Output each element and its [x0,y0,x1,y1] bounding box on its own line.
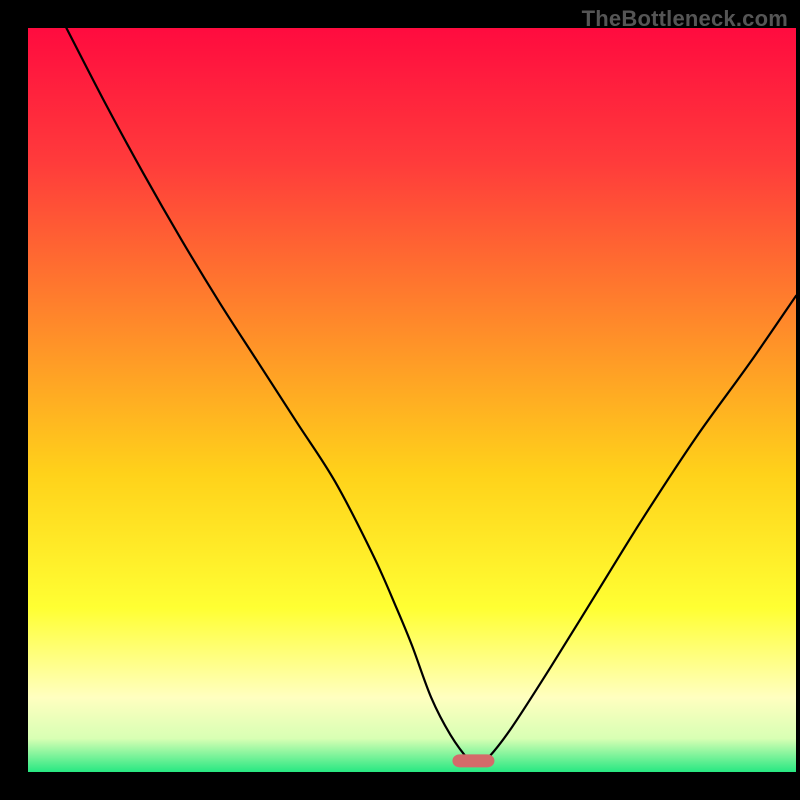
bottleneck-chart [0,0,800,800]
optimal-marker [452,754,494,767]
gradient-background [28,28,796,772]
watermark-text: TheBottleneck.com [582,6,788,32]
chart-frame: TheBottleneck.com [0,0,800,800]
